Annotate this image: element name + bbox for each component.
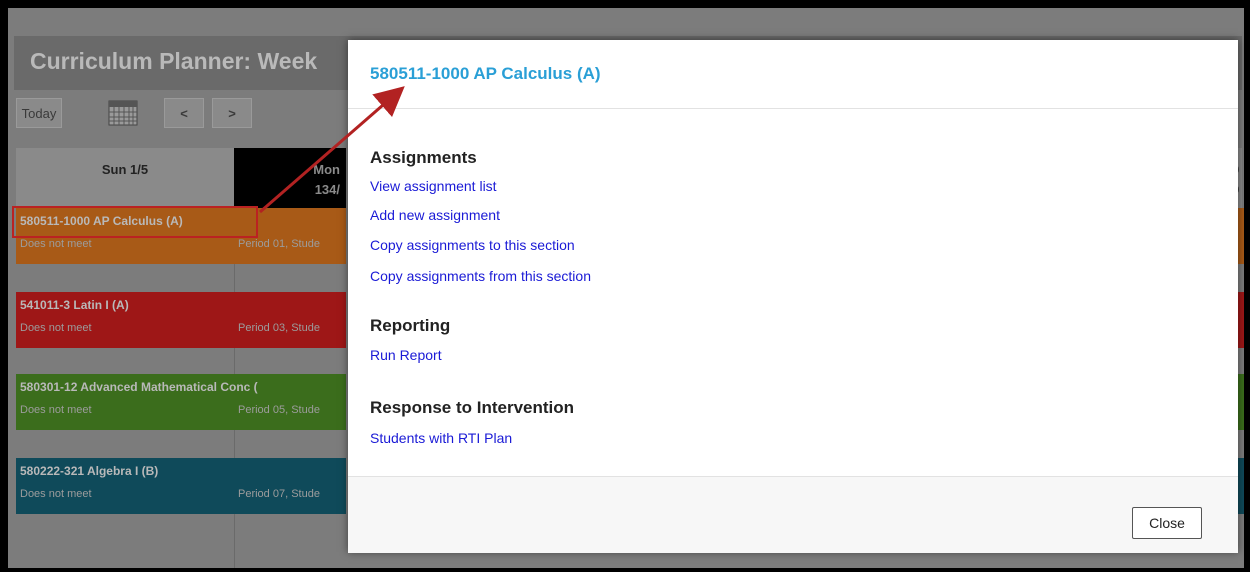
- annotation-arrow: [259, 86, 405, 214]
